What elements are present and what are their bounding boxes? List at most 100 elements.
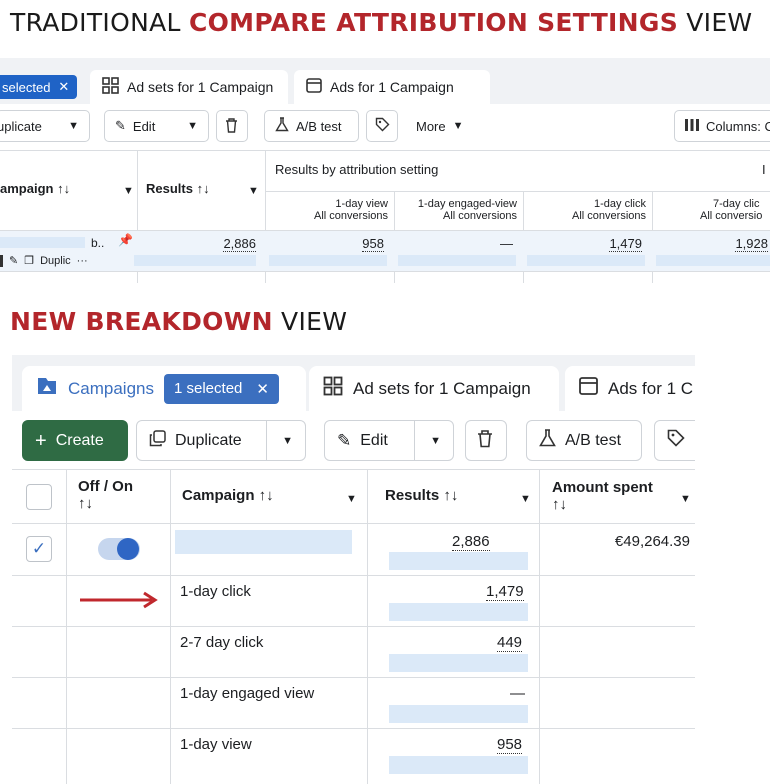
tab-ads[interactable]: Ads for 1 Campaign	[294, 70, 490, 104]
selected-pill[interactable]: 1 selected ✕	[164, 373, 279, 404]
delete-button[interactable]	[465, 420, 507, 461]
row-actions: ✎ ❐ Duplic ···	[0, 254, 88, 267]
chevron-down-icon[interactable]: ▼	[282, 435, 293, 447]
delete-button[interactable]	[216, 110, 248, 142]
chevron-down-icon[interactable]: ▼	[68, 120, 79, 132]
subcolumn-1-day-view[interactable]: 1-day view All conversions	[266, 198, 388, 222]
tag-icon	[375, 117, 390, 135]
subcolumn-7-day-click[interactable]: 7-day clic All conversio	[653, 198, 770, 222]
ab-test-label: A/B test	[296, 118, 342, 134]
ab-test-label: A/B test	[565, 431, 622, 449]
selected-label: selected	[2, 79, 51, 95]
edit-button[interactable]: ✎ Edit ▼	[324, 420, 454, 461]
ad-sets-icon	[323, 376, 343, 401]
campaign-toggle[interactable]	[98, 538, 140, 560]
divider	[12, 575, 695, 576]
amount-spent-column-header[interactable]: Amount spent ↑↓	[552, 479, 653, 513]
tag-button[interactable]	[366, 110, 398, 142]
ab-test-button[interactable]: A/B test	[264, 110, 359, 142]
chevron-down-icon[interactable]: ▼	[520, 493, 531, 505]
tab-label: Ad sets for 1 Campaign	[127, 79, 274, 95]
subcolumn-1-day-engaged-view[interactable]: 1-day engaged-view All conversions	[395, 198, 517, 222]
chevron-down-icon[interactable]: ▼	[187, 120, 198, 132]
pencil-icon: ✎	[337, 430, 352, 450]
select-all-checkbox[interactable]	[26, 484, 52, 510]
divider	[265, 191, 770, 192]
tab-ads[interactable]: Ads for 1 C	[565, 366, 695, 411]
more-icon[interactable]: ···	[77, 255, 88, 267]
edit-button[interactable]: ✎ Edit ▼	[104, 110, 209, 142]
flask-icon	[539, 429, 556, 452]
tab-campaigns[interactable]: Campaigns 1 selected ✕	[22, 366, 306, 411]
campaign-name-placeholder	[0, 237, 85, 248]
create-label: Create	[55, 431, 104, 449]
value-placeholder	[389, 756, 528, 774]
campaigns-icon	[36, 376, 58, 401]
tab-label: Ad sets for 1 Campaign	[353, 378, 531, 398]
results-placeholder	[389, 552, 528, 570]
divider	[12, 728, 695, 729]
breakdown-view-screenshot: Campaigns 1 selected ✕ Ad sets for 1 Cam…	[12, 355, 695, 784]
columns-label: Columns: C	[706, 118, 770, 134]
results-column-header[interactable]: Results ↑↓	[146, 181, 210, 196]
chevron-down-icon[interactable]: ▼	[248, 185, 259, 197]
heading-suffix: VIEW	[272, 307, 348, 336]
traditional-view-screenshot: selected ✕ Ad sets for 1 Campaign Ads fo…	[0, 58, 770, 283]
cell-placeholder	[656, 255, 770, 266]
pin-icon[interactable]: 📌	[118, 233, 133, 247]
tab-ad-sets[interactable]: Ad sets for 1 Campaign	[90, 70, 288, 104]
trash-icon	[476, 429, 494, 453]
ab-test-button[interactable]: A/B test	[526, 420, 642, 461]
heading-prefix: TRADITIONAL	[10, 8, 189, 37]
row-checkbox-checked[interactable]: ✓	[26, 536, 52, 562]
results-column-header[interactable]: Results ↑↓	[385, 487, 458, 504]
campaign-column-header[interactable]: Campaign ↑↓	[182, 487, 274, 504]
selected-pill[interactable]: selected ✕	[0, 75, 78, 99]
tag-button[interactable]	[654, 420, 695, 461]
close-icon[interactable]: ✕	[58, 79, 69, 95]
more-button[interactable]: More ▼	[405, 110, 485, 142]
value-1-day-click: 1,479	[609, 236, 642, 252]
columns-button[interactable]: Columns: C	[674, 110, 770, 142]
chevron-down-icon[interactable]: ▼	[680, 493, 691, 505]
divider	[0, 150, 770, 151]
results-placeholder	[134, 255, 256, 266]
duplicate-label: uplicate	[0, 118, 42, 134]
duplicate-icon[interactable]: ❐	[24, 254, 34, 267]
truncated-header: I	[762, 162, 766, 177]
heading-suffix: VIEW	[678, 8, 753, 37]
results-value: 2,886	[452, 533, 490, 551]
edit-label: Edit	[132, 118, 156, 134]
divider	[170, 469, 171, 784]
cell-placeholder	[398, 255, 516, 266]
breakdown-label-1-day-engaged-view: 1-day engaged view	[180, 685, 315, 702]
campaign-column-header[interactable]: ampaign ↑↓	[0, 181, 70, 196]
amount-spent-value: €49,264.39	[614, 533, 690, 550]
close-icon[interactable]: ✕	[256, 380, 269, 398]
value-1-day-engaged-view: —	[500, 236, 513, 251]
breakdown-value-1-day-engaged-view: —	[510, 685, 525, 702]
pencil-icon[interactable]: ✎	[9, 254, 18, 267]
attribution-group-header: Results by attribution setting	[275, 162, 439, 177]
columns-icon	[685, 118, 699, 134]
create-button[interactable]: + Create	[22, 420, 128, 461]
value-1-day-view: 958	[362, 236, 384, 252]
chevron-down-icon[interactable]: ▼	[346, 493, 357, 505]
off-on-column-header[interactable]: Off / On ↑↓	[78, 478, 133, 512]
breakdown-value-2-7-day-click: 449	[497, 634, 523, 652]
duplicate-button[interactable]: Duplicate ▼	[136, 420, 306, 461]
duplicate-label: Duplicate	[175, 431, 242, 449]
tab-ad-sets[interactable]: Ad sets for 1 Campaign	[309, 366, 559, 411]
duplicate-button[interactable]: uplicate ▼	[0, 110, 90, 142]
chevron-down-icon[interactable]: ▼	[123, 185, 134, 197]
subcolumn-1-day-click[interactable]: 1-day click All conversions	[524, 198, 646, 222]
chevron-down-icon[interactable]: ▼	[430, 435, 441, 447]
cell-placeholder	[527, 255, 645, 266]
duplicate-link[interactable]: Duplic	[40, 255, 71, 267]
plus-icon: +	[35, 429, 47, 452]
selected-label: 1 selected	[174, 380, 243, 397]
divider	[539, 469, 540, 784]
trash-icon	[224, 117, 239, 136]
toggle-knob	[117, 538, 139, 560]
divider	[12, 677, 695, 678]
